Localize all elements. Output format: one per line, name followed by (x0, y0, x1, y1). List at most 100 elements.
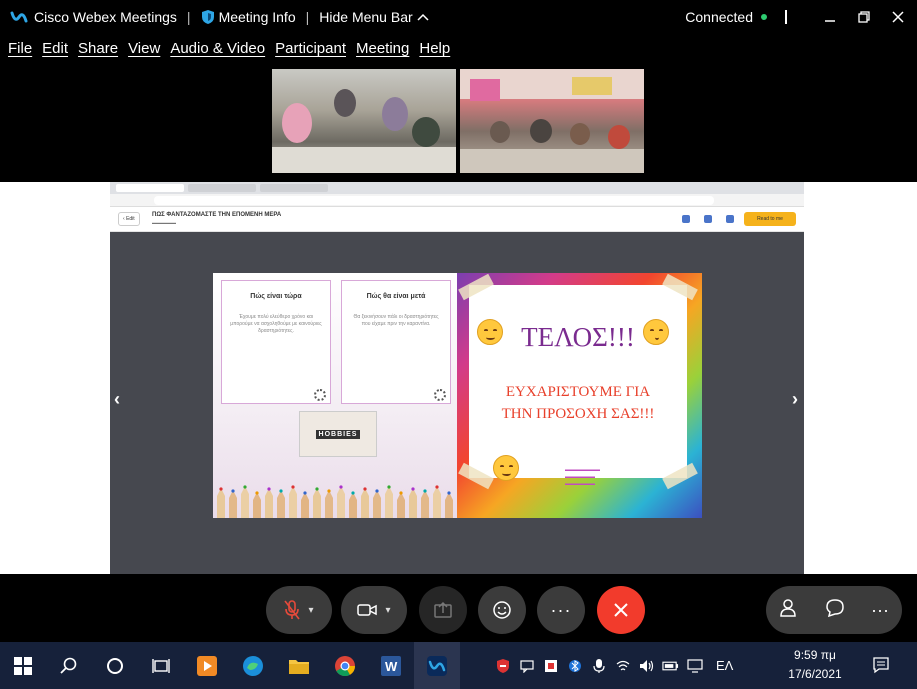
bluetooth-icon (568, 659, 581, 672)
url-field[interactable] (154, 196, 714, 205)
tape-decoration (662, 273, 698, 301)
menu-participant[interactable]: Participant (275, 40, 346, 64)
reactions-button[interactable] (478, 586, 526, 634)
status-dot-icon (761, 14, 767, 20)
participant-video-2[interactable] (460, 69, 644, 173)
edge-browser-app[interactable] (230, 642, 276, 689)
bluetooth-tray-icon[interactable] (566, 657, 583, 674)
title-separator: | (305, 9, 310, 25)
shared-browser-window: ‹ Edit ΠΩΣ ΦΑΝΤΑΖΟΜΑΣΤΕ ΤΗΝ ΕΠΟΜΕΝΗ ΜΕΡΑ… (110, 182, 804, 574)
display-tray-icon[interactable] (686, 657, 703, 674)
menu-audio-video[interactable]: Audio & Video (170, 40, 265, 64)
volume-tray-icon[interactable] (638, 657, 655, 674)
party-emoji-icon (493, 455, 519, 481)
connection-status: Connected (685, 9, 753, 25)
chrome-browser-app[interactable] (322, 642, 368, 689)
clock-date: 17/6/2021 (788, 667, 842, 681)
menu-view[interactable]: View (128, 40, 160, 64)
notification-center-icon (873, 657, 889, 674)
notifications-button[interactable] (870, 654, 892, 676)
previous-page-arrow-icon[interactable]: ‹ (114, 389, 120, 410)
read-to-me-button[interactable]: Read to me (744, 212, 796, 226)
word-icon: W (381, 655, 401, 676)
browser-tab[interactable] (188, 184, 256, 192)
thank-you-line-2: ΤΗΝ ΠΡΟΣΟΧΗ ΣΑΣ!!! (501, 406, 655, 422)
restore-button[interactable] (849, 2, 879, 32)
divider (785, 10, 787, 24)
search-button[interactable] (46, 642, 92, 689)
menu-file[interactable]: File (8, 40, 32, 64)
more-panels-button[interactable]: ··· (871, 600, 889, 621)
colored-pencils-image (217, 485, 453, 518)
leave-meeting-button[interactable] (597, 586, 645, 634)
card-after-text: Θα ξεκινήσουν πάλι οι δραστηριότητες που… (353, 314, 439, 327)
task-view-button[interactable] (138, 642, 184, 689)
file-explorer-app[interactable] (276, 642, 322, 689)
mute-button[interactable]: ▾ (266, 586, 332, 634)
windows-logo-icon (14, 656, 32, 675)
meeting-info-button[interactable]: Meeting Info (201, 9, 296, 25)
cortana-button[interactable] (92, 642, 138, 689)
browser-address-bar (110, 194, 804, 207)
start-button[interactable] (0, 642, 46, 689)
edge-browser-icon (243, 655, 263, 676)
speaker-icon (639, 659, 653, 672)
book-edit-button[interactable]: ‹ Edit (118, 212, 140, 226)
taskbar-clock[interactable]: 9:59 πμ 17/6/2021 (780, 646, 850, 684)
thank-you-line-1: ΕΥΧΑΡΙΣΤΟΥΜΕ ΓΙΑ (505, 384, 651, 400)
chat-tray-icon[interactable] (518, 657, 535, 674)
gear-icon (434, 389, 446, 401)
antivirus-tray-icon[interactable] (542, 657, 559, 674)
webex-taskbar-app[interactable] (414, 642, 460, 689)
media-player-app[interactable] (184, 642, 230, 689)
menu-help[interactable]: Help (419, 40, 450, 64)
card-after-title: Πώς θα είναι μετά (366, 293, 426, 300)
svg-text:W: W (385, 659, 398, 674)
next-page-arrow-icon[interactable]: › (792, 389, 798, 410)
webex-logo-icon (10, 11, 28, 23)
word-app[interactable]: W (368, 642, 414, 689)
microphone-tray-icon[interactable] (590, 657, 607, 674)
minimize-button[interactable] (815, 2, 845, 32)
hide-menu-bar-label: Hide Menu Bar (319, 9, 413, 25)
folder-icon (289, 659, 309, 674)
battery-icon (662, 661, 679, 670)
more-options-button[interactable]: ··· (537, 586, 585, 634)
edit-label: Edit (126, 216, 135, 222)
ellipsis-icon: ··· (550, 599, 572, 620)
app-title: Cisco Webex Meetings (34, 9, 177, 25)
kissing-emoji-icon (643, 319, 669, 345)
panel-controls-group: ··· (766, 586, 902, 634)
book-page-left: Πώς είναι τώρα Έχουμε πολύ ελεύθερο χρόν… (213, 273, 457, 518)
search-icon (60, 657, 77, 674)
network-tray-icon[interactable] (614, 657, 631, 674)
close-window-button[interactable] (883, 2, 913, 32)
card-after: Πώς θα είναι μετά Θα ξεκινήσουν πάλι οι … (341, 280, 451, 404)
menu-share[interactable]: Share (78, 40, 118, 64)
book-author: ▬▬▬▬▬▬ (152, 220, 176, 225)
menu-meeting[interactable]: Meeting (356, 40, 409, 64)
settings-icon[interactable] (726, 215, 734, 223)
fullscreen-icon[interactable] (682, 215, 690, 223)
video-button[interactable]: ▾ (341, 586, 407, 634)
microphone-icon (592, 658, 605, 673)
menu-edit[interactable]: Edit (42, 40, 68, 64)
browser-tab[interactable] (260, 184, 328, 192)
security-shield-icon[interactable] (494, 657, 511, 674)
credits-text: ▬▬▬▬▬▬▬ ▬▬▬▬▬▬ ▬▬▬▬▬▬ (565, 467, 600, 487)
antivirus-icon (544, 659, 557, 672)
chat-button[interactable] (825, 598, 845, 623)
hide-menu-bar-button[interactable]: Hide Menu Bar (319, 9, 429, 25)
book-page-right: ΤΕΛΟΣ!!! ΕΥΧΑΡΙΣΤΟΥΜΕ ΓΙΑ ΤΗΝ ΠΡΟΣΟΧΗ ΣΑ… (457, 273, 702, 518)
chevron-down-icon: ▾ (308, 604, 314, 616)
chevron-up-icon (417, 13, 429, 21)
participant-video-1[interactable] (272, 69, 456, 173)
message-icon (519, 659, 534, 673)
battery-tray-icon[interactable] (662, 657, 679, 674)
menu-bar: File Edit Share View Audio & Video Parti… (0, 40, 452, 64)
share-icon[interactable] (704, 215, 712, 223)
participants-button[interactable] (779, 598, 799, 623)
browser-tab[interactable] (116, 184, 184, 192)
share-content-button[interactable] (419, 586, 467, 634)
input-language-indicator[interactable]: ΕΛ (716, 658, 733, 673)
